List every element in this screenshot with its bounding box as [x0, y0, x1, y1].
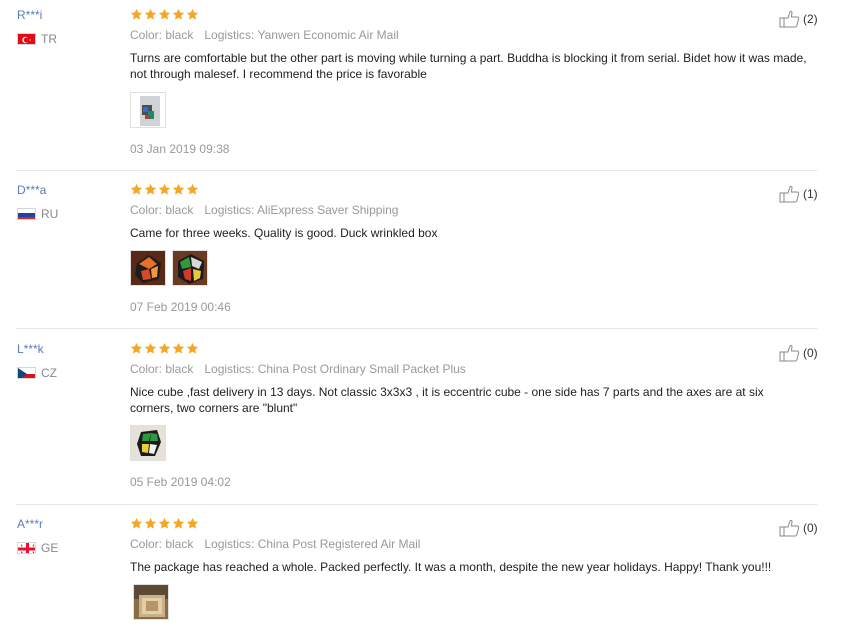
reviewer-country: TR	[17, 32, 57, 46]
star-icon	[172, 183, 185, 195]
star-icon	[130, 8, 143, 20]
review-photo-thumbnail[interactable]	[133, 584, 169, 620]
logistics-label: Logistics: AliExpress Saver Shipping	[204, 203, 399, 217]
review-meta: Color: black Logistics: China Post Ordina…	[130, 362, 466, 376]
color-label: Color: black	[130, 203, 194, 217]
star-icon	[172, 517, 185, 529]
star-icon	[130, 342, 143, 354]
star-icon	[158, 8, 171, 20]
color-label: Color: black	[130, 537, 194, 551]
review-meta: Color: black Logistics: AliExpress Saver …	[130, 203, 398, 217]
star-icon	[130, 183, 143, 195]
thumbs-up-icon	[779, 185, 800, 203]
reviewer-name[interactable]: A***r	[17, 517, 43, 531]
reviewer-name[interactable]: D***a	[17, 183, 46, 197]
star-icon	[144, 342, 157, 354]
star-icon	[158, 517, 171, 529]
review-date: 07 Feb 2019 00:46	[130, 300, 231, 314]
star-rating	[130, 517, 200, 530]
helpful-count: (0)	[803, 346, 818, 360]
review-text: The package has reached a whole. Packed …	[130, 560, 772, 574]
review-meta: Color: black Logistics: Yanwen Economic A…	[130, 28, 399, 42]
color-label: Color: black	[130, 362, 194, 376]
review-photo-thumbnail[interactable]	[172, 250, 208, 286]
star-icon	[172, 342, 185, 354]
helpful-count: (2)	[803, 12, 818, 26]
helpful-button[interactable]: (1)	[779, 185, 818, 203]
review-photo-thumbnail[interactable]	[130, 250, 166, 286]
logistics-label: Logistics: Yanwen Economic Air Mail	[204, 28, 399, 42]
review-meta: Color: black Logistics: China Post Regist…	[130, 537, 420, 551]
star-icon	[144, 183, 157, 195]
star-icon	[186, 342, 199, 354]
helpful-button[interactable]: (0)	[779, 519, 818, 537]
star-rating	[130, 8, 200, 21]
helpful-button[interactable]: (2)	[779, 10, 818, 28]
country-code: CZ	[41, 366, 57, 380]
reviewer-country: GE	[17, 541, 58, 555]
star-icon	[158, 342, 171, 354]
review-photos	[130, 584, 175, 620]
reviewer-country: RU	[17, 207, 58, 221]
thumbs-up-icon	[779, 344, 800, 362]
reviewer-country: CZ	[17, 366, 57, 380]
review-item: R***i TR Color: black Logistics: Yanwen E…	[0, 0, 846, 172]
star-icon	[186, 517, 199, 529]
review-divider	[16, 328, 818, 329]
review-item: D***a RU Color: black Logistics: AliExpre…	[0, 175, 846, 330]
czech-flag-icon	[17, 367, 36, 379]
review-item: L***k CZ Color: black Logistics: China Po…	[0, 334, 846, 510]
star-icon	[158, 183, 171, 195]
reviewer-name[interactable]: R***i	[17, 8, 42, 22]
country-code: RU	[41, 207, 59, 221]
review-photo-thumbnail[interactable]	[130, 92, 166, 128]
reviewer-name[interactable]: L***k	[17, 342, 44, 356]
georgia-flag-icon	[17, 542, 36, 554]
star-rating	[130, 342, 200, 355]
thumbs-up-icon	[779, 10, 800, 28]
country-code: GE	[41, 541, 59, 555]
helpful-count: (1)	[803, 187, 818, 201]
review-divider	[16, 170, 818, 171]
star-icon	[186, 183, 199, 195]
country-code: TR	[41, 32, 57, 46]
review-date: 03 Jan 2019 09:38	[130, 142, 230, 156]
logistics-label: Logistics: China Post Ordinary Small Pac…	[204, 362, 466, 376]
star-icon	[144, 8, 157, 20]
review-photo-thumbnail[interactable]	[130, 425, 166, 461]
review-item: A***r GE Color: black Logistics: China Po…	[0, 509, 846, 631]
star-rating	[130, 183, 200, 196]
logistics-label: Logistics: China Post Registered Air Mai…	[204, 537, 421, 551]
russia-flag-icon	[17, 208, 36, 220]
star-icon	[130, 517, 143, 529]
turkey-flag-icon	[17, 33, 36, 45]
review-text: Came for three weeks. Quality is good. D…	[130, 226, 438, 240]
review-photos	[130, 425, 172, 461]
review-text: Turns are comfortable but the other part…	[130, 51, 807, 81]
review-divider	[16, 504, 818, 505]
review-date: 05 Feb 2019 04:02	[130, 475, 231, 489]
star-icon	[172, 8, 185, 20]
review-text: Nice cube ,fast delivery in 13 days. Not…	[130, 385, 764, 415]
star-icon	[144, 517, 157, 529]
star-icon	[186, 8, 199, 20]
review-photos	[130, 92, 172, 128]
color-label: Color: black	[130, 28, 194, 42]
helpful-button[interactable]: (0)	[779, 344, 818, 362]
review-photos	[130, 250, 214, 286]
thumbs-up-icon	[779, 519, 800, 537]
helpful-count: (0)	[803, 521, 818, 535]
